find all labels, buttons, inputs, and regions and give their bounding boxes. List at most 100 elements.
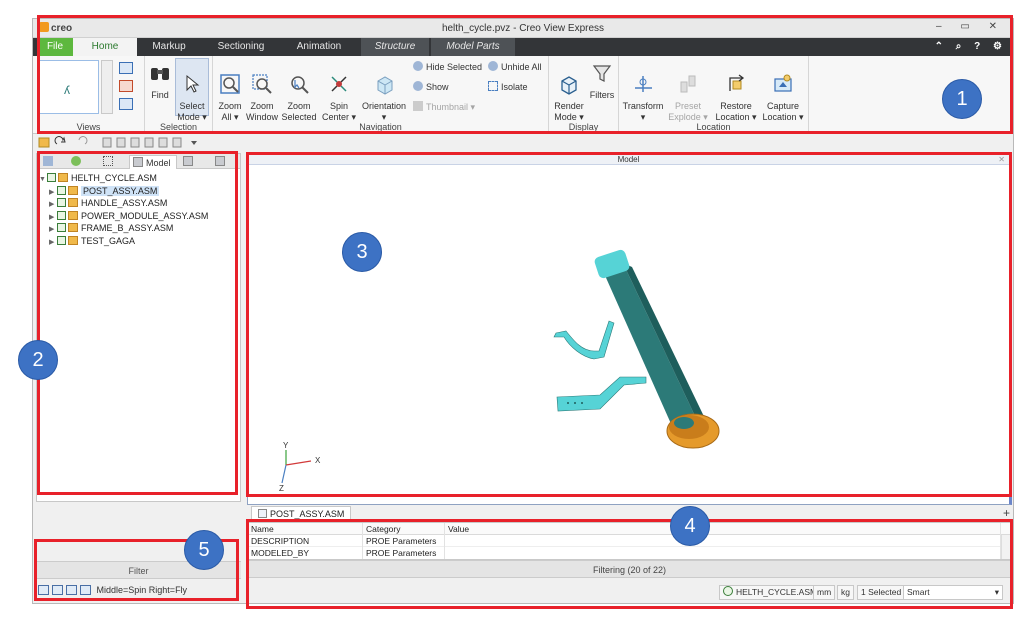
tab-markups[interactable] [67,155,97,169]
tab-files[interactable] [39,155,65,169]
layout-horizontal-icon[interactable] [66,585,77,595]
cube-icon [183,156,193,166]
select-mode-button[interactable]: Select Mode ▾ [175,58,209,122]
view-thumbnail[interactable]: ʎ [39,60,99,114]
model-viewport[interactable]: Model ✕ Y X Z [247,153,1012,505]
column-header-value[interactable]: Value [445,523,1001,535]
tab-structure[interactable]: Structure [361,38,429,56]
assembly-icon [68,235,78,245]
selection-filter-dropdown[interactable]: Smart ▾ [903,585,1003,600]
model-tree-panel: Model ▼ HELTH_CYCLE.ASM ▶ POST_ASSY.ASM ▶ H… [36,153,241,502]
show-button[interactable]: Show [413,81,449,93]
view-icon-a[interactable] [119,62,133,74]
tree-item[interactable]: ▶ POST_ASSY.ASM [39,185,208,198]
layout-split-icon[interactable] [52,585,63,595]
info-tab-bar: POST_ASSY.ASM + [247,505,1012,521]
tab-tree[interactable] [99,155,127,169]
tree-item[interactable]: ▶ POWER_MODULE_ASSY.ASM [39,210,208,223]
hide-selected-button[interactable]: Hide Selected [413,61,482,73]
table-row[interactable]: MODELED_BY PROE Parameters [248,547,1011,559]
layout-single-icon[interactable] [38,585,49,595]
tool-icon-2[interactable] [116,137,126,148]
selection-group-label: Selection [159,122,198,132]
column-header-name[interactable]: Name [248,523,363,535]
tab-markup[interactable]: Markup [139,38,199,56]
window-title: helth_cycle.pvz - Creo View Express [441,23,605,34]
tool-icon-3[interactable] [130,137,140,148]
spin-center-icon [331,76,347,92]
isolate-button[interactable]: Isolate [488,81,528,93]
view-scroller[interactable] [101,60,113,114]
isolate-icon [488,81,498,91]
mass-unit[interactable]: kg [837,585,854,600]
unhide-all-button[interactable]: Unhide All [488,61,542,73]
post-assembly[interactable] [593,249,720,449]
zoom-all-icon [220,74,240,94]
visibility-checkbox[interactable] [57,210,66,220]
open-icon[interactable] [38,137,50,148]
viewport-header: Model ✕ [248,154,1009,165]
help-icons[interactable]: ⌃ ⌕ ? ⚙ [935,41,1007,52]
tab-animation[interactable]: Animation [283,38,355,56]
model-status-icon [723,586,733,596]
expand-arrow-icon[interactable]: ▶ [49,237,57,250]
table-scrollbar[interactable] [1001,535,1011,559]
location-group: Transform ▾ Preset Explode ▾ Restore Loc… [619,56,809,134]
tab-model[interactable]: Model [129,155,177,169]
visibility-checkbox[interactable] [57,198,66,208]
tab-home[interactable]: Home [73,38,137,56]
filters-button[interactable]: Filters [587,62,617,101]
annotation-badge-2: 2 [18,340,58,380]
tab-file[interactable]: File [37,38,73,56]
close-icon[interactable]: ✕ [998,154,1005,165]
model-tree: ▼ HELTH_CYCLE.ASM ▶ POST_ASSY.ASM ▶ HANDLE_… [39,172,208,248]
navigation-group-label: Navigation [359,122,402,132]
tab-extra-1[interactable] [179,155,209,169]
visibility-checkbox[interactable] [57,235,66,245]
view-grid-icon[interactable] [119,98,133,110]
layout-full-icon[interactable] [80,585,91,595]
tree-root[interactable]: ▼ HELTH_CYCLE.ASM [39,172,208,185]
table-row[interactable]: DESCRIPTION PROE Parameters [248,535,1011,547]
properties-table: Name Category Value DESCRIPTION PROE Par… [247,522,1012,560]
visibility-checkbox[interactable] [47,173,56,182]
view-layout-bar: Middle=Spin Right=Fly [38,585,187,599]
show-icon [413,81,423,91]
model-render[interactable] [248,165,1008,505]
tab-post-assy[interactable]: POST_ASSY.ASM [251,506,352,521]
axis-z-label: Z [279,484,284,493]
tool-icon-5[interactable] [158,137,168,148]
navigation-group: Zoom All ▾ Zoom Window Zoom Selected Spi… [213,56,549,134]
status-model: HELTH_CYCLE.ASM [719,585,822,600]
visibility-checkbox[interactable] [57,185,66,195]
thumbnail-icon [413,101,423,111]
tree-item[interactable]: ▶ TEST_GAGA [39,235,208,248]
customize-dropdown-icon[interactable] [191,141,197,145]
app-window: creo helth_cycle.pvz - Creo View Express… [32,18,1014,604]
column-header-category[interactable]: Category [363,523,445,535]
tree-item[interactable]: ▶ HANDLE_ASSY.ASM [39,197,208,210]
undo-icon[interactable] [54,136,66,145]
handle-assembly[interactable] [553,320,615,360]
find-button[interactable]: Find [147,62,173,101]
view-preview-icon: ʎ [64,83,70,97]
quick-access-icons [38,136,197,148]
window-controls[interactable]: – ▭ ✕ [936,21,1005,32]
collapse-arrow-icon[interactable]: ▼ [39,174,47,187]
length-unit[interactable]: mm [813,585,836,600]
tool-icon-6[interactable] [172,137,182,148]
add-tab-icon[interactable]: + [1003,506,1010,520]
tree-item[interactable]: ▶ FRAME_B_ASSY.ASM [39,222,208,235]
explode-icon [680,75,696,93]
ribbon: ʎ Views Find Select Mode ▾ Selection Zoo… [33,56,1013,134]
tool-icon-4[interactable] [144,137,154,148]
view-icon-b[interactable] [119,80,133,92]
redo-icon[interactable] [78,136,88,145]
tab-sectioning[interactable]: Sectioning [205,38,277,56]
tab-model-parts[interactable]: Model Parts [431,38,515,56]
tool-icon-1[interactable] [102,137,112,148]
frame-bracket[interactable] [556,376,647,412]
thumbnail-button[interactable]: Thumbnail ▾ [413,101,475,113]
visibility-checkbox[interactable] [57,223,66,233]
tab-extra-2[interactable] [211,155,239,169]
